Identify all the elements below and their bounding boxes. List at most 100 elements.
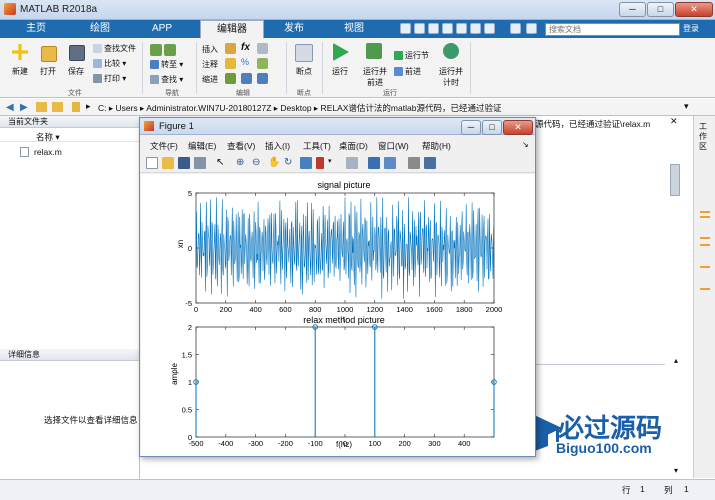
increase-indent-icon[interactable] [241, 73, 252, 84]
figure-minimize-button[interactable]: ─ [461, 120, 481, 135]
workspace-label[interactable]: 工作区 [699, 122, 709, 152]
tab-editor[interactable]: 编辑器 [200, 20, 264, 39]
address-dropdown-icon[interactable]: ▾ [684, 101, 689, 112]
advance-button[interactable]: 前进 [394, 66, 421, 77]
col-value: 1 [684, 484, 689, 494]
minimize-button[interactable]: ─ [619, 2, 646, 17]
menu-edit[interactable]: 编辑(E) [188, 140, 216, 152]
uncomment-icon[interactable] [257, 58, 268, 69]
insert-more-icon[interactable] [257, 43, 268, 54]
search-input[interactable] [545, 23, 680, 36]
menu-tools[interactable]: 工具(T) [303, 140, 331, 152]
switch-window-quick-icon[interactable] [484, 23, 495, 34]
chart-title-relax: relax method picture [303, 315, 385, 325]
figure-window[interactable]: Figure 1 ─ □ ✕ 文件(F) 编辑(E) 查看(V) 插入(I) 工… [139, 117, 536, 457]
insert-button[interactable]: 插入 [202, 44, 218, 55]
new-figure-icon[interactable] [146, 157, 158, 169]
close-button[interactable]: ✕ [675, 2, 713, 17]
zoom-out-icon[interactable]: ⊖ [252, 157, 264, 169]
breakpoints-button[interactable]: 断点 [290, 66, 318, 77]
print-figure-icon[interactable] [194, 157, 206, 169]
tab-plots[interactable]: 绘图 [72, 20, 128, 38]
redo-quick-icon[interactable] [470, 23, 481, 34]
tab-home[interactable]: 主页 [8, 20, 64, 38]
copy-quick-icon[interactable] [428, 23, 439, 34]
cut-quick-icon[interactable] [414, 23, 425, 34]
comment-button[interactable]: 注释 [202, 59, 218, 70]
breadcrumb-path[interactable]: C: ▸ Users ▸ Administrator.WIN7U-2018012… [98, 102, 501, 114]
menu-dock-icon[interactable]: ↘ [522, 140, 529, 149]
editor-scrollbar[interactable] [670, 164, 680, 196]
signal-ylabel: xn [176, 240, 185, 248]
name-column-header[interactable]: 名称 ▾ [36, 131, 60, 143]
goto-button[interactable]: 转至 ▾ [150, 59, 183, 70]
open-button[interactable]: 打开 [34, 66, 62, 77]
hide-plot-tools-icon[interactable] [408, 157, 420, 169]
paste-quick-icon[interactable] [442, 23, 453, 34]
help-quick-icon[interactable] [510, 23, 521, 34]
back-nav-icon[interactable] [150, 44, 162, 56]
scroll-down-icon[interactable]: ▾ [674, 466, 690, 478]
run-button[interactable]: 运行 [326, 66, 354, 77]
brush-dropdown-icon[interactable]: ▾ [328, 157, 340, 169]
matlab-logo-icon [4, 3, 16, 15]
menu-window[interactable]: 窗口(W) [378, 140, 409, 152]
pan-hand-icon[interactable]: ✋ [268, 157, 280, 169]
menu-insert[interactable]: 插入(I) [265, 140, 290, 152]
relax-xtick-label: 300 [428, 439, 441, 448]
menu-desktop[interactable]: 桌面(D) [339, 140, 368, 152]
decrease-indent-icon[interactable] [257, 73, 268, 84]
login-link[interactable]: 登录 [683, 23, 699, 34]
run-section-button[interactable]: 运行节 [394, 50, 429, 61]
breadcrumb-separator: ▸ [86, 101, 91, 111]
col-label: 列 [664, 485, 673, 495]
comment-icon[interactable] [225, 58, 236, 69]
find-files-button[interactable]: 查找文件 [93, 43, 136, 54]
tab-apps[interactable]: APP [134, 20, 190, 38]
run-and-time-button[interactable]: 运行并 计时 [436, 66, 466, 88]
up-folder-icon[interactable] [36, 102, 47, 112]
figure-close-button[interactable]: ✕ [503, 120, 533, 135]
print-button[interactable]: 打印 ▾ [93, 73, 126, 84]
plot-canvas[interactable]: signal picture 0 200 400 600 800 1000 1200 1400… [141, 174, 535, 456]
legend-icon[interactable] [384, 157, 396, 169]
editor-close-icon[interactable]: ✕ [670, 116, 682, 128]
forward-arrow-icon[interactable]: ▶ [20, 102, 28, 113]
indent-button[interactable]: 缩进 [202, 74, 218, 85]
insert-section-icon[interactable] [225, 43, 236, 54]
maximize-button[interactable]: □ [647, 2, 674, 17]
compare-button[interactable]: 比较 ▾ [93, 58, 126, 69]
pointer-icon[interactable]: ↖ [216, 157, 228, 169]
tab-view[interactable]: 视图 [326, 20, 382, 38]
percent-icon[interactable]: % [241, 57, 249, 67]
open-file-icon[interactable] [162, 157, 174, 169]
link-plot-icon[interactable] [346, 157, 358, 169]
save-quick-icon[interactable] [400, 23, 411, 34]
browse-folder-icon[interactable] [52, 102, 63, 112]
relax-xtick-label: -300 [248, 439, 263, 448]
save-button[interactable]: 保存 [62, 66, 90, 77]
fx-icon[interactable]: fx [241, 42, 250, 53]
save-figure-icon[interactable] [178, 157, 190, 169]
menu-view[interactable]: 查看(V) [227, 140, 255, 152]
data-cursor-icon[interactable] [300, 157, 312, 169]
find-button[interactable]: 查找 ▾ [150, 74, 183, 85]
figure-maximize-button[interactable]: □ [482, 120, 502, 135]
menu-help[interactable]: 帮助(H) [422, 140, 451, 152]
undo-quick-icon[interactable] [456, 23, 467, 34]
zoom-in-icon[interactable]: ⊕ [236, 157, 248, 169]
new-button[interactable]: 新建 [6, 66, 34, 77]
forward-nav-icon[interactable] [164, 44, 176, 56]
colorbar-icon[interactable] [368, 157, 380, 169]
back-arrow-icon[interactable]: ◀ [6, 102, 14, 113]
smart-indent-icon[interactable] [225, 73, 236, 84]
show-plot-tools-icon[interactable] [424, 157, 436, 169]
run-and-advance-button[interactable]: 运行并 前进 [358, 66, 392, 88]
community-quick-icon[interactable] [526, 23, 537, 34]
menu-file[interactable]: 文件(F) [150, 140, 178, 152]
m-file-icon [20, 147, 29, 157]
tab-publish[interactable]: 发布 [266, 20, 322, 38]
scroll-up-icon[interactable]: ▴ [674, 356, 690, 368]
brush-icon[interactable] [316, 157, 324, 169]
rotate-3d-icon[interactable]: ↻ [284, 157, 296, 169]
